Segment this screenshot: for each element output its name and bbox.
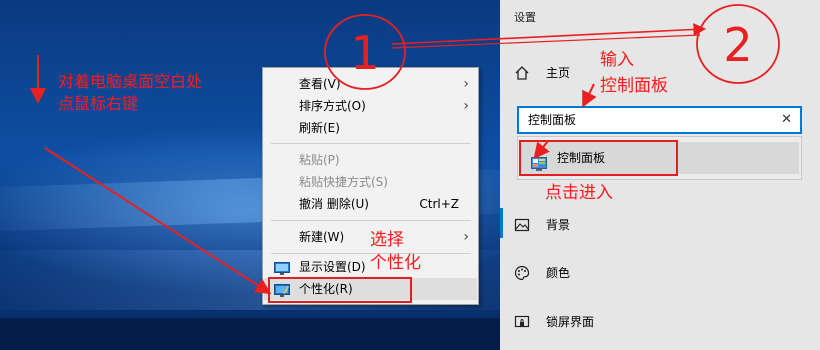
arrow-to-search <box>582 83 597 108</box>
arrow-to-suggestion <box>533 140 550 160</box>
annotation-select-line2: 个性化 <box>370 253 421 273</box>
annotation-arrows <box>30 4 780 295</box>
arrow-to-personalize <box>44 147 272 295</box>
annotation-step1-line1: 对着电脑桌面空白处 <box>58 72 203 91</box>
annotation-input-line2: 控制面板 <box>600 76 668 96</box>
step-number-1: 1 <box>350 26 380 80</box>
annotation-click-enter: 点击进入 <box>545 183 613 203</box>
annotation-select-line1: 选择 <box>370 230 404 250</box>
step-number-2: 2 <box>723 18 753 72</box>
annotation-step1-line2: 点鼠标右键 <box>58 94 139 113</box>
annotation-input-line1: 输入 <box>600 50 634 70</box>
